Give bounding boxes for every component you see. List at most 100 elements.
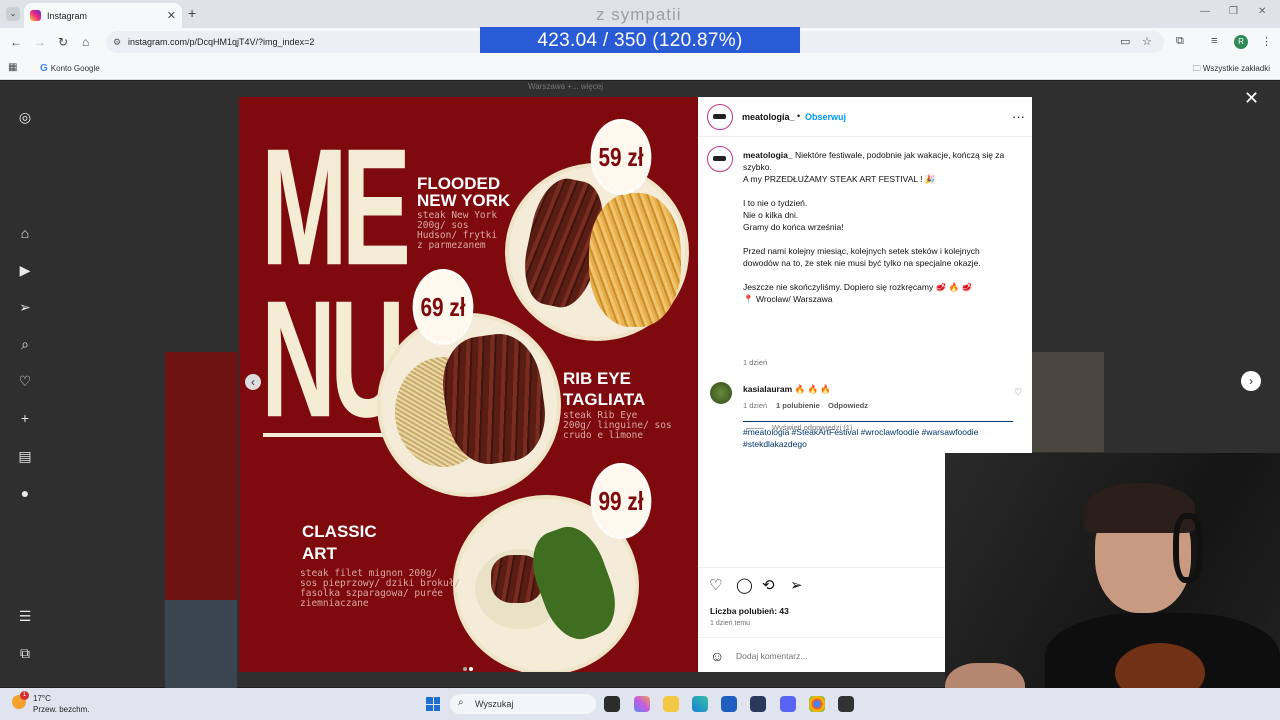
- notification-badge: 1: [20, 691, 29, 700]
- profile-icon[interactable]: ●: [16, 484, 34, 502]
- minimize-icon[interactable]: —: [1200, 6, 1210, 17]
- obs-icon[interactable]: [838, 696, 854, 712]
- dish-2-title-line2: TAGLIATA: [563, 390, 646, 409]
- tab-search-icon[interactable]: ⌄: [6, 7, 20, 21]
- bookmark-google-account[interactable]: G Konto Google: [40, 63, 100, 74]
- carousel-dot: [463, 667, 467, 671]
- prev-image-arrow-icon[interactable]: ‹: [245, 374, 261, 390]
- posted-time: 1 dzień temu: [710, 620, 751, 627]
- profile-avatar[interactable]: R: [1234, 35, 1248, 49]
- separator-dot: •: [797, 111, 801, 121]
- search-magnifier-icon: ⌕: [458, 697, 464, 708]
- window-close-icon[interactable]: ✕: [1258, 6, 1266, 17]
- commenter-avatar[interactable]: [710, 382, 732, 404]
- dish-1-description: steak New York 200g/ sos Hudson/ frytki …: [417, 210, 498, 251]
- repost-icon[interactable]: ⟲: [762, 576, 775, 594]
- comment-likes[interactable]: 1 polubienie: [776, 401, 820, 410]
- file-explorer-icon[interactable]: [663, 696, 679, 712]
- caption-text: Niektóre festiwale, podobnie jak wakacje…: [743, 150, 1005, 304]
- more-options-icon[interactable]: ···: [1012, 109, 1025, 124]
- plus-icon[interactable]: +: [16, 409, 34, 427]
- browser-tab-bar: ⌄ Instagram ✕ + z sympatii — ❐ ✕: [0, 0, 1280, 28]
- also-from-meta-icon[interactable]: ⧉: [16, 644, 34, 662]
- weather-widget[interactable]: 1 17°C Przew. bezchm.: [12, 691, 90, 715]
- author-avatar[interactable]: [707, 104, 733, 130]
- browser-tab[interactable]: Instagram ✕: [24, 3, 182, 28]
- all-bookmarks[interactable]: 🗀 Wszystkie zakładki: [1193, 63, 1270, 77]
- overlay-caption: z sympatii: [596, 5, 682, 24]
- reels-icon[interactable]: ▶: [16, 261, 34, 279]
- extensions-icon[interactable]: ⧉: [1176, 35, 1184, 48]
- google-icon: G: [40, 63, 48, 74]
- score-overlay: 423.04 / 350 (120.87%): [480, 27, 800, 53]
- price-badge-1: 59 zł: [590, 119, 652, 195]
- background-post-left: [165, 352, 237, 600]
- bookmark-google-label: Konto Google: [50, 64, 100, 73]
- caption-avatar[interactable]: [707, 146, 733, 172]
- comment-input[interactable]: Dodaj komentarz...: [736, 651, 807, 661]
- forward-icon[interactable]: →: [34, 35, 46, 49]
- like-heart-icon[interactable]: ♡: [709, 576, 722, 594]
- post-header: meatologia_ • Obserwuj ···: [698, 97, 1032, 137]
- back-icon[interactable]: ←: [10, 35, 22, 49]
- comment: kasialauram 🔥 🔥 🔥: [743, 384, 831, 395]
- comment-username[interactable]: kasialauram: [743, 384, 792, 394]
- price-badge-3: 99 zł: [590, 463, 652, 539]
- tab-title: Instagram: [47, 10, 88, 21]
- outlook-icon[interactable]: [721, 696, 737, 712]
- bookmark-star-icon[interactable]: ☆: [1142, 35, 1152, 48]
- folder-icon: 🗀: [1192, 64, 1203, 73]
- home-button-icon[interactable]: ⌂: [82, 35, 89, 49]
- follow-button[interactable]: Obserwuj: [805, 112, 846, 122]
- dish-2-title-line1: RIB EYE: [563, 369, 632, 388]
- browser-menu-icon[interactable]: ⋮: [1261, 35, 1272, 48]
- site-info-icon[interactable]: ⚙: [113, 37, 121, 48]
- start-button-icon[interactable]: [426, 697, 440, 711]
- headphones: [1173, 513, 1203, 583]
- comment-like-icon[interactable]: ♡: [1014, 387, 1022, 398]
- store-icon[interactable]: [750, 696, 766, 712]
- caption-username[interactable]: meatologia_: [743, 150, 793, 160]
- heart-icon[interactable]: ♡: [16, 372, 34, 390]
- background-post-location: Warszawa +... więcej: [528, 82, 604, 91]
- new-tab-button[interactable]: +: [188, 5, 196, 21]
- background-post-right: [1032, 352, 1104, 452]
- next-image-arrow-icon[interactable]: ›: [1241, 371, 1261, 391]
- caption-age: 1 dzień: [743, 358, 768, 367]
- carousel-dot-active: [469, 667, 473, 671]
- instagram-favicon-icon: [30, 10, 41, 21]
- insights-icon[interactable]: ▤: [16, 447, 34, 465]
- reading-list-icon[interactable]: ≡: [1211, 35, 1217, 47]
- edge-icon[interactable]: [692, 696, 708, 712]
- taskbar-search[interactable]: ⌕ Wyszukaj: [450, 694, 596, 714]
- search-icon[interactable]: ⌕: [16, 335, 34, 353]
- share-icon[interactable]: ➢: [790, 576, 803, 594]
- task-view-icon[interactable]: [604, 696, 620, 712]
- chrome-icon[interactable]: [809, 696, 825, 712]
- apps-icon[interactable]: ▦: [8, 62, 17, 73]
- copilot-icon[interactable]: [634, 696, 650, 712]
- likes-count[interactable]: Liczba polubień: 43: [710, 606, 789, 616]
- all-bookmarks-label: Wszystkie zakładki: [1202, 64, 1270, 73]
- post-image: ME NU 59 zł FLOODED NEW YORK steak New Y…: [239, 97, 698, 672]
- close-modal-icon[interactable]: ✕: [1244, 88, 1259, 109]
- fries-image: [589, 193, 681, 327]
- send-icon[interactable]: ➢: [16, 298, 34, 316]
- author-username[interactable]: meatologia_: [742, 112, 795, 122]
- cast-icon[interactable]: ▭: [1120, 35, 1130, 48]
- instagram-icon[interactable]: ◎: [16, 108, 34, 126]
- emoji-icon[interactable]: ☺: [710, 648, 724, 664]
- comment-icon[interactable]: ◯: [736, 576, 753, 594]
- discord-icon[interactable]: [780, 696, 796, 712]
- home-icon[interactable]: ⌂: [16, 224, 34, 242]
- view-replies-button[interactable]: Wyświetl odpowiedzi (1): [746, 423, 852, 432]
- dish-3-description: steak filet mignon 200g/ sos pieprzowy/ …: [300, 568, 461, 609]
- more-menu-icon[interactable]: ☰: [16, 607, 34, 625]
- tab-close-icon[interactable]: ✕: [167, 9, 176, 22]
- weather-description: Przew. bezchm.: [33, 705, 90, 714]
- reload-icon[interactable]: ↻: [58, 35, 68, 49]
- price-badge-2: 69 zł: [412, 269, 474, 345]
- maximize-icon[interactable]: ❐: [1229, 6, 1238, 17]
- carousel-dots: [462, 658, 474, 676]
- reply-button[interactable]: Odpowiedz: [828, 401, 868, 410]
